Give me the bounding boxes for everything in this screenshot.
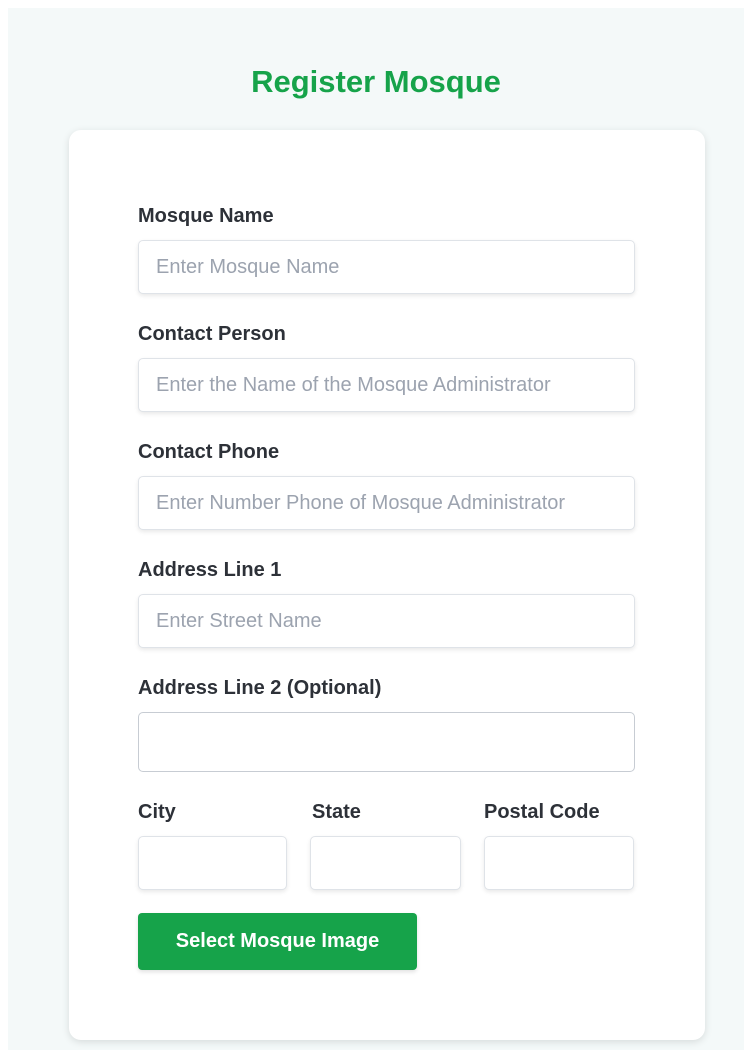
state-input[interactable] <box>310 836 461 890</box>
page-title: Register Mosque <box>251 64 501 99</box>
select-mosque-image-button[interactable]: Select Mosque Image <box>138 913 417 970</box>
postal-code-input[interactable] <box>484 836 634 890</box>
city-label: City <box>138 801 176 823</box>
postal-code-label: Postal Code <box>484 801 600 823</box>
address-line-1-label: Address Line 1 <box>138 559 282 581</box>
contact-phone-input[interactable] <box>138 476 635 530</box>
city-input[interactable] <box>138 836 287 890</box>
contact-person-label: Contact Person <box>138 323 286 345</box>
address-line-2-label: Address Line 2 (Optional) <box>138 677 382 699</box>
state-label: State <box>312 801 361 823</box>
mosque-name-input[interactable] <box>138 240 635 294</box>
address-line-2-input[interactable] <box>138 712 635 772</box>
mosque-name-label: Mosque Name <box>138 205 274 227</box>
address-line-1-input[interactable] <box>138 594 635 648</box>
contact-person-input[interactable] <box>138 358 635 412</box>
contact-phone-label: Contact Phone <box>138 441 280 463</box>
